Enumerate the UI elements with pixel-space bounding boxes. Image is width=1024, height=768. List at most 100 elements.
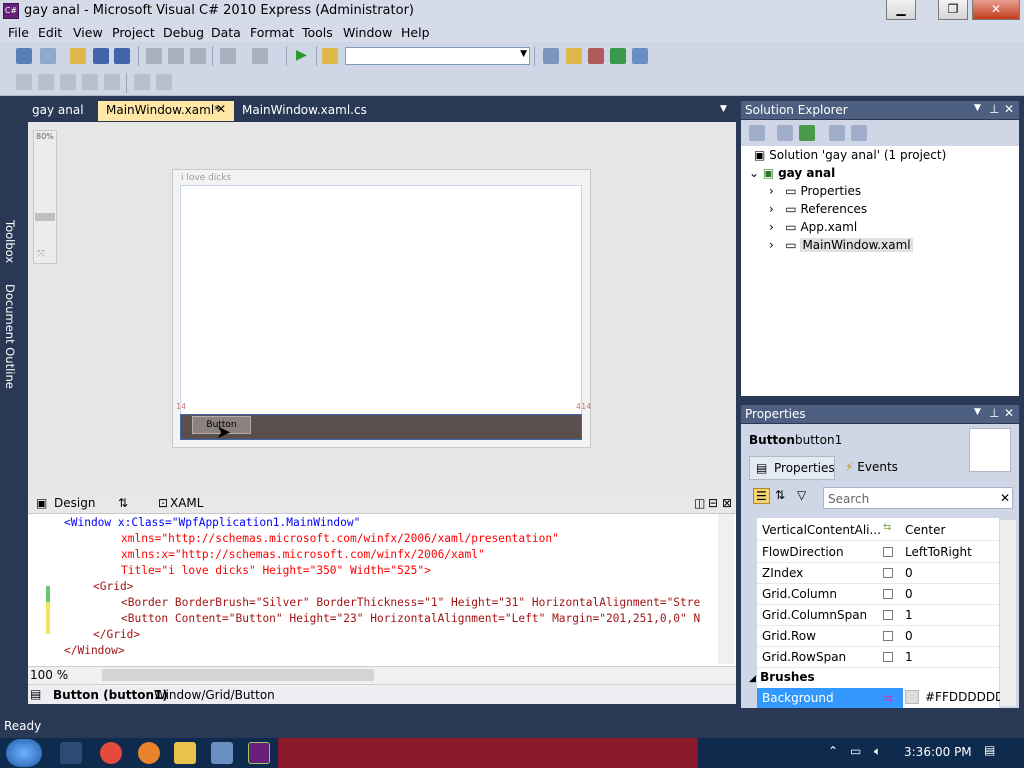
network-icon[interactable]: ▭ [850,744,861,758]
solution-explorer-header[interactable]: Solution Explorer ▼ ⊥ ✕ [741,101,1019,119]
tab-gay-anal[interactable]: gay anal [24,101,92,121]
menu-help[interactable]: Help [401,25,430,40]
background-value[interactable]: #FFDDDDDD [925,690,1004,704]
new-project-icon[interactable] [16,48,32,64]
properties-header[interactable]: Properties ▼ ⊥ ✕ [741,405,1019,423]
project-node[interactable]: ⌄ ▣ gay anal [749,166,835,180]
editor-vertical-scrollbar[interactable] [718,514,734,664]
tab-dropdown-icon[interactable]: ▼ [720,104,727,114]
align-lefts-icon[interactable] [16,74,32,90]
menu-window[interactable]: Window [343,25,392,40]
swap-panes-icon[interactable]: ⇅ [118,496,128,510]
menu-edit[interactable]: Edit [38,25,62,40]
maximize-button[interactable]: ❐ [938,0,968,20]
editor-zoom-combo[interactable]: 100 % [30,668,68,682]
alphabetical-icon[interactable]: ⇅ [775,488,785,502]
menu-format[interactable]: Format [250,25,294,40]
properties-icon[interactable] [749,125,765,141]
align-rights-icon[interactable] [60,74,76,90]
pin-icon[interactable]: ⊥ [989,406,999,420]
refresh-icon[interactable] [799,125,815,141]
cut-icon[interactable] [146,48,162,64]
property-row[interactable]: VerticalContentAli... ⇆ Center [757,520,999,541]
tab-design[interactable]: Design [54,496,95,510]
make-same-size-icon[interactable] [134,74,150,90]
menu-file[interactable]: File [8,25,29,40]
menu-view[interactable]: View [73,25,103,40]
toolbox-icon[interactable] [588,48,604,64]
find-in-files-icon[interactable] [322,48,338,64]
toolbox-tab[interactable]: Toolbox [3,220,17,263]
clock[interactable]: 3:36:00 PM [904,745,972,759]
task-view-icon[interactable] [60,742,82,764]
paste-icon[interactable] [190,48,206,64]
visual-csharp-taskbar-icon[interactable] [248,742,270,764]
tab-xaml[interactable]: XAML [170,496,203,510]
window-position-icon[interactable]: ▼ [974,103,981,113]
wpf-grid[interactable] [180,185,582,438]
menu-project[interactable]: Project [112,25,155,40]
save-all-icon[interactable] [114,48,130,64]
find-combo[interactable]: ▼ [345,47,530,65]
redo-icon[interactable] [252,48,268,64]
tree-item-properties[interactable]: › ▭ Properties [769,184,861,198]
notifications-icon[interactable]: ▤ [984,743,995,757]
breadcrumb-path[interactable]: Window/Grid/Button [154,688,275,702]
property-row[interactable]: Grid.Column 0 [757,584,999,605]
view-designer-icon[interactable] [851,125,867,141]
add-item-icon[interactable] [40,48,56,64]
tab-events[interactable]: ⚡ Events [845,460,898,474]
start-button[interactable] [6,739,42,767]
property-row[interactable]: Grid.ColumnSpan 1 [757,605,999,626]
window-position-icon[interactable]: ▼ [974,407,981,417]
close-tab-icon[interactable]: ✕ [216,102,226,116]
selected-element-name[interactable]: button1 [795,433,842,447]
save-icon[interactable] [93,48,109,64]
horizontal-scroll-thumb[interactable] [102,669,374,681]
solution-node[interactable]: ▣ Solution 'gay anal' (1 project) [754,148,946,162]
menu-data[interactable]: Data [211,25,241,40]
properties-window-icon[interactable] [566,48,582,64]
view-code-icon[interactable] [829,125,845,141]
property-row-background[interactable]: Background ⇆ [757,688,903,709]
clear-search-icon[interactable]: ✕ [1000,491,1010,505]
align-tops-icon[interactable] [82,74,98,90]
document-outline-tab[interactable]: Document Outline [3,284,17,389]
horizontal-split-icon[interactable]: ⊟ [708,496,718,510]
show-hidden-icons-icon[interactable]: ⌃ [828,744,838,758]
close-button[interactable]: ✕ [972,0,1020,20]
solution-explorer-icon[interactable] [543,48,559,64]
extension-manager-icon[interactable] [632,48,648,64]
menu-debug[interactable]: Debug [163,25,204,40]
tree-item-references[interactable]: › ▭ References [769,202,867,216]
pin-icon[interactable]: ⊥ [989,102,999,116]
start-debugging-icon[interactable]: ▶ [296,47,307,63]
tree-item-app-xaml[interactable]: › ▭ App.xaml [769,220,857,234]
zoom-thumb[interactable] [35,213,55,221]
minimize-button[interactable]: ▁ [886,0,916,20]
undo-icon[interactable] [220,48,236,64]
fit-to-window-icon[interactable]: ⤧ [37,249,45,260]
copy-icon[interactable] [168,48,184,64]
tab-mainwindow-xaml[interactable]: MainWindow.xaml* ✕ [98,101,234,121]
chrome-icon[interactable] [100,742,122,764]
category-brushes[interactable]: ◢ Brushes [749,670,815,684]
color-swatch[interactable] [905,690,919,704]
app-icon[interactable] [211,742,233,764]
zoom-slider[interactable]: 80% ⤧ [33,130,57,264]
open-file-icon[interactable] [70,48,86,64]
property-row[interactable]: Grid.Row 0 [757,626,999,647]
show-all-files-icon[interactable] [777,125,793,141]
breadcrumb-element[interactable]: Button (button1) [53,688,168,702]
align-centers-icon[interactable] [38,74,54,90]
property-row[interactable]: Grid.RowSpan 1 [757,647,999,668]
firefox-icon[interactable] [138,742,160,764]
tab-mainwindow-xaml-cs[interactable]: MainWindow.xaml.cs [234,101,375,121]
collapse-pane-icon[interactable]: ⊠ [722,496,732,510]
tab-properties[interactable]: ▤ Properties [749,456,835,480]
properties-search-input[interactable]: Search ✕ [823,487,1013,509]
filter-icon[interactable]: ▽ [797,488,806,502]
close-panel-icon[interactable]: ✕ [1004,406,1014,420]
property-row[interactable]: ZIndex 0 [757,563,999,584]
close-panel-icon[interactable]: ✕ [1004,102,1014,116]
